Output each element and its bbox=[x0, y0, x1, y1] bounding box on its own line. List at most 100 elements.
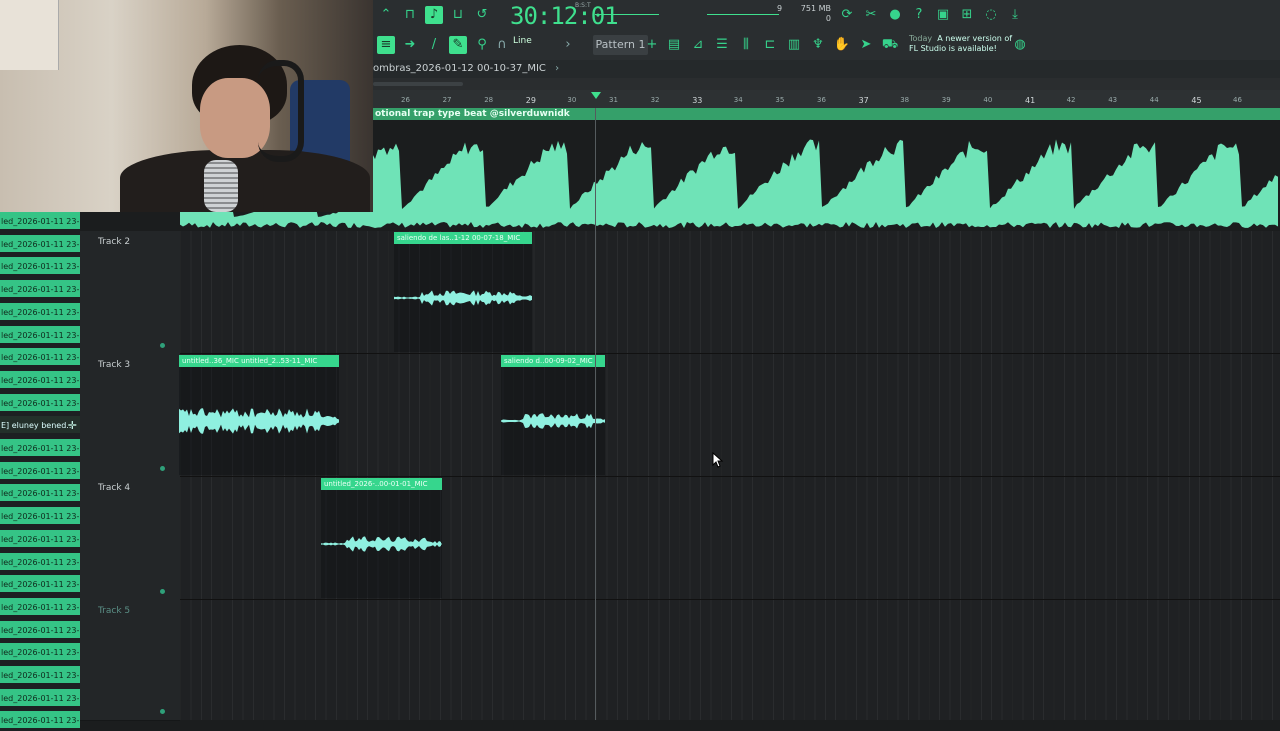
track-mute-dot[interactable] bbox=[160, 709, 165, 714]
horizontal-scrollbar[interactable] bbox=[373, 78, 1280, 90]
mixer-icon[interactable]: ⫼ bbox=[737, 36, 755, 54]
save-icon[interactable]: ▣ bbox=[934, 6, 952, 24]
sidebar-clip-item[interactable]: led_2026-01-11 23- bbox=[0, 620, 80, 641]
sidebar-clip-label: led_2026-01-11 23- bbox=[1, 285, 80, 295]
sidebar-clip-label: led_2026-01-11 23- bbox=[1, 716, 80, 726]
ruler-tick-label: 46 bbox=[1233, 96, 1242, 104]
globe-icon[interactable]: ◍ bbox=[1011, 36, 1029, 54]
sidebar-clip-item[interactable]: led_2026-01-11 23- bbox=[0, 507, 80, 528]
magnet-icon[interactable]: ∩ bbox=[493, 36, 511, 54]
download-icon[interactable]: ⤓ bbox=[1006, 6, 1024, 24]
cart-icon[interactable]: ⛟ bbox=[881, 36, 899, 54]
track-mute-dot[interactable] bbox=[160, 589, 165, 594]
piano-roll-icon[interactable]: ⊿ bbox=[689, 36, 707, 54]
tools-icon[interactable]: ✂ bbox=[862, 6, 880, 24]
sidebar-clip-item[interactable]: led_2026-01-11 23- bbox=[0, 711, 80, 731]
sidebar-clip-label: led_2026-01-11 23- bbox=[1, 375, 80, 385]
playlist-title: ombras_2026-01-12 00-10-37_MIC bbox=[373, 63, 546, 74]
play-arrow-icon[interactable]: ➜ bbox=[401, 36, 419, 54]
sidebar-clip-item[interactable]: led_2026-01-11 23- bbox=[0, 325, 80, 346]
pattern-song-toggle-icon[interactable]: ≡ bbox=[377, 36, 395, 54]
ruler-tick-label: 45 bbox=[1191, 96, 1202, 105]
sidebar-clip-item[interactable]: led_2026-01-11 23- bbox=[0, 597, 80, 618]
channel-rack-icon[interactable]: ☰ bbox=[713, 36, 731, 54]
sidebar-clip-item[interactable]: led_2026-01-11 23- bbox=[0, 257, 80, 278]
timeline-ruler[interactable]: 26 27 28 29 30 31 32 33 34 35 36 37 38 39 40 41 42 43 44 45… bbox=[373, 78, 1280, 109]
playlist-icon[interactable]: ▤ bbox=[665, 36, 683, 54]
pencil-icon[interactable]: ✎ bbox=[449, 36, 467, 54]
sidebar-clip-label: led_2026-01-11 23- bbox=[1, 262, 80, 272]
track-header-5[interactable]: Track 5 bbox=[80, 600, 180, 721]
sidebar-clip-item[interactable]: led_2026-01-11 23- bbox=[0, 461, 80, 482]
audio-clip[interactable]: saliendo de las..1-12 00-07-18_MIC bbox=[394, 232, 532, 352]
ruler-tick-label: 40 bbox=[983, 96, 993, 104]
song-time[interactable]: 30:12:01 bbox=[510, 2, 619, 30]
plugin-picker-icon[interactable]: ♆ bbox=[809, 36, 827, 54]
sidebar-clip-item[interactable]: led_2026-01-11 23- bbox=[0, 484, 80, 505]
news-panel[interactable]: Today A newer version of FL Studio is ava… bbox=[909, 34, 1012, 54]
step-edit-icon[interactable]: ⊔ bbox=[449, 6, 467, 24]
draw-icon[interactable]: / bbox=[425, 36, 443, 54]
scrollbar-thumb[interactable] bbox=[373, 82, 463, 86]
audio-clip[interactable]: untitled_2026-..00-01-01_MIC bbox=[321, 478, 442, 598]
stamp-icon[interactable]: ⚲ bbox=[473, 36, 491, 54]
master-volume-slider[interactable] bbox=[707, 14, 779, 15]
clip-title: untitled..36_MIC untitled_2..53-11_MIC bbox=[179, 355, 339, 367]
track-mute-dot[interactable] bbox=[160, 466, 165, 471]
sidebar-clip-label: led_2026-01-11 23- bbox=[1, 444, 80, 453]
track-header-3[interactable]: Track 3 bbox=[80, 354, 180, 478]
touch-keyboard-icon[interactable]: ✋ bbox=[833, 36, 851, 54]
clipboard-icon[interactable]: ▥ bbox=[785, 36, 803, 54]
plugin-icon[interactable]: ⊞ bbox=[958, 6, 976, 24]
audio-clip[interactable]: untitled..36_MIC untitled_2..53-11_MIC bbox=[179, 355, 339, 475]
snap-selector[interactable]: Line bbox=[513, 36, 532, 46]
microphone-icon[interactable]: ● bbox=[886, 6, 904, 24]
memory-readout: 751 MB 0 bbox=[800, 4, 831, 23]
toolbar-row-2: ≡ ➜ / ✎ ⚲ ∩ Line › Pattern 1 + ▤ ⊿ ☰ ⫼ ⊏… bbox=[373, 30, 1280, 60]
sidebar-clip-item[interactable]: led_2026-01-11 23- bbox=[0, 666, 80, 686]
add-icon[interactable]: ✛ bbox=[68, 416, 77, 433]
metronome-icon[interactable]: ⌃ bbox=[377, 6, 395, 24]
add-pattern-icon[interactable]: + bbox=[643, 36, 661, 54]
sidebar-clip-item[interactable]: led_2026-01-11 23- bbox=[0, 234, 80, 255]
wait-input-icon[interactable]: ⊓ bbox=[401, 6, 419, 24]
track-header-2[interactable]: Track 2 bbox=[80, 231, 180, 355]
sidebar-clip-item[interactable]: led_2026-01-11 23- bbox=[0, 529, 80, 550]
help-icon[interactable]: ? bbox=[910, 6, 928, 24]
toolbar-row-1: ⌃ ⊓ ♪ ⊔ ↺ 30:12:01 B:S:T 9 751 MB 0 ⟳ ✂ ●… bbox=[373, 0, 1280, 30]
beat-clip-header[interactable]: otional trap type beat @silverduwnidk bbox=[373, 108, 1280, 120]
playhead-marker[interactable] bbox=[591, 92, 601, 99]
track-mute-dot[interactable] bbox=[160, 343, 165, 348]
browser-icon[interactable]: ⊏ bbox=[761, 36, 779, 54]
loop-record-icon[interactable]: ↺ bbox=[473, 6, 491, 24]
clip-title: saliendo d..00-09-02_MIC bbox=[501, 355, 605, 367]
audio-clip[interactable]: saliendo d..00-09-02_MIC bbox=[501, 355, 605, 475]
sidebar-clip-item[interactable]: led_2026-01-11 23- bbox=[0, 688, 80, 709]
sidebar-clip-item[interactable]: led_2026-01-11 23- bbox=[0, 348, 80, 369]
sidebar-clip-item[interactable]: led_2026-01-11 23- bbox=[0, 280, 80, 301]
ruler-tick-label: 27 bbox=[442, 96, 452, 104]
ruler-tick-label: 39 bbox=[941, 96, 951, 104]
countdown-icon[interactable]: ♪ bbox=[425, 6, 443, 24]
arrow-right-icon[interactable]: › bbox=[559, 36, 577, 54]
sidebar-clip-item[interactable]: led_2026-01-11 23- bbox=[0, 370, 80, 391]
refresh-icon[interactable]: ⟳ bbox=[838, 6, 856, 24]
sidebar-clip-item[interactable]: led_2026-01-11 23- bbox=[0, 552, 80, 573]
pattern-selector[interactable]: Pattern 1 bbox=[593, 35, 648, 55]
sidebar-clip-item[interactable]: led_2026-01-11 23- bbox=[0, 575, 80, 596]
clip-waveform bbox=[321, 536, 442, 552]
ruler-tick-label: 38 bbox=[900, 96, 910, 104]
track-name: Track 3 bbox=[98, 360, 131, 370]
sidebar-clip-item[interactable]: led_2026-01-11 23- bbox=[0, 212, 80, 232]
sidebar-clip-item[interactable]: led_2026-01-11 23- bbox=[0, 302, 80, 323]
microphone bbox=[204, 160, 238, 212]
chat-icon[interactable]: ◌ bbox=[982, 6, 1000, 24]
ruler-tick-label: 30 bbox=[567, 96, 577, 104]
sidebar-clip-item[interactable]: led_2026-01-11 23- bbox=[0, 643, 80, 664]
track-header-4[interactable]: Track 4 bbox=[80, 477, 180, 601]
send-icon[interactable]: ➤ bbox=[857, 36, 875, 54]
main-toolbar: ⌃ ⊓ ♪ ⊔ ↺ 30:12:01 B:S:T 9 751 MB 0 ⟳ ✂ ●… bbox=[373, 0, 1280, 60]
sidebar-clip-item[interactable]: led_2026-01-11 23- bbox=[0, 439, 80, 459]
sidebar-clip-item[interactable]: E] eluney bened.. ✛ bbox=[0, 416, 80, 437]
sidebar-clip-item[interactable]: led_2026-01-11 23- bbox=[0, 393, 80, 414]
